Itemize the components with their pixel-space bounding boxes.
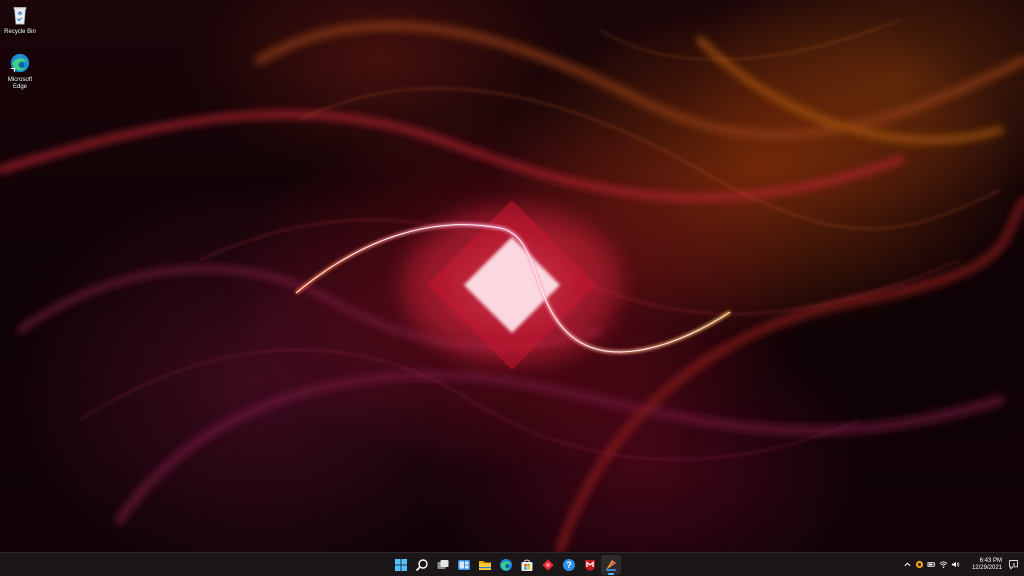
wallpaper bbox=[0, 19, 1024, 552]
notification-count: 5 bbox=[1012, 562, 1015, 567]
edge-icon bbox=[500, 558, 512, 571]
start-button[interactable] bbox=[391, 555, 411, 575]
task-view-button[interactable] bbox=[433, 555, 453, 575]
taskbar: ? 6:43 PM 12/29/2021 5 bbox=[0, 552, 1024, 576]
store-button[interactable] bbox=[517, 555, 537, 575]
red-diamond-icon bbox=[542, 558, 554, 571]
battery-icon bbox=[927, 562, 936, 567]
edge-taskbar-button[interactable] bbox=[496, 555, 516, 575]
file-explorer-button[interactable] bbox=[475, 555, 495, 575]
search-icon bbox=[415, 558, 428, 571]
task-view-icon bbox=[437, 559, 449, 569]
notification-center-button[interactable]: 5 bbox=[1006, 558, 1020, 572]
svg-text:?: ? bbox=[566, 560, 572, 570]
desktop-icon-recycle-bin[interactable]: Recycle Bin bbox=[0, 4, 40, 36]
widgets-icon bbox=[458, 559, 470, 570]
system-tray: 6:43 PM 12/29/2021 5 bbox=[902, 553, 1024, 576]
get-help-button[interactable]: ? bbox=[559, 555, 579, 575]
paint-app-button[interactable] bbox=[601, 554, 621, 575]
tray-app-button[interactable] bbox=[914, 559, 926, 571]
mcafee-icon bbox=[585, 559, 595, 571]
search-button[interactable] bbox=[412, 555, 432, 575]
network-button[interactable] bbox=[938, 559, 950, 571]
red-diamond-app-button[interactable] bbox=[538, 555, 558, 575]
speaker-icon bbox=[952, 561, 960, 568]
folder-icon bbox=[479, 560, 491, 570]
widgets-button[interactable] bbox=[454, 555, 474, 575]
paint-app-icon bbox=[606, 559, 616, 571]
recycle-bin-icon bbox=[13, 7, 27, 25]
windows-logo-icon bbox=[395, 558, 407, 571]
show-hidden-icons-button[interactable] bbox=[902, 559, 914, 571]
desktop: Recycle Bin Microsoft Edge bbox=[0, 0, 1024, 552]
clock-time: 6:43 PM bbox=[979, 557, 1002, 564]
store-icon bbox=[521, 559, 533, 571]
battery-button[interactable] bbox=[926, 559, 938, 571]
desktop-icon-microsoft-edge[interactable]: Microsoft Edge bbox=[0, 52, 40, 91]
wifi-icon bbox=[940, 561, 948, 569]
taskbar-apps: ? bbox=[391, 553, 621, 576]
desktop-icon-label: Microsoft Edge bbox=[7, 77, 33, 90]
edge-icon bbox=[10, 53, 30, 73]
notification-icon: 5 bbox=[1008, 560, 1018, 570]
tray-app-icon bbox=[916, 560, 924, 569]
desktop-icon-label: Recycle Bin bbox=[4, 29, 36, 35]
mcafee-button[interactable] bbox=[580, 555, 600, 575]
chevron-up-icon bbox=[904, 562, 912, 567]
clock-button[interactable]: 6:43 PM 12/29/2021 bbox=[972, 558, 1002, 572]
clock-date: 12/29/2021 bbox=[971, 564, 1002, 571]
help-icon: ? bbox=[563, 558, 575, 571]
volume-button[interactable] bbox=[950, 559, 962, 571]
